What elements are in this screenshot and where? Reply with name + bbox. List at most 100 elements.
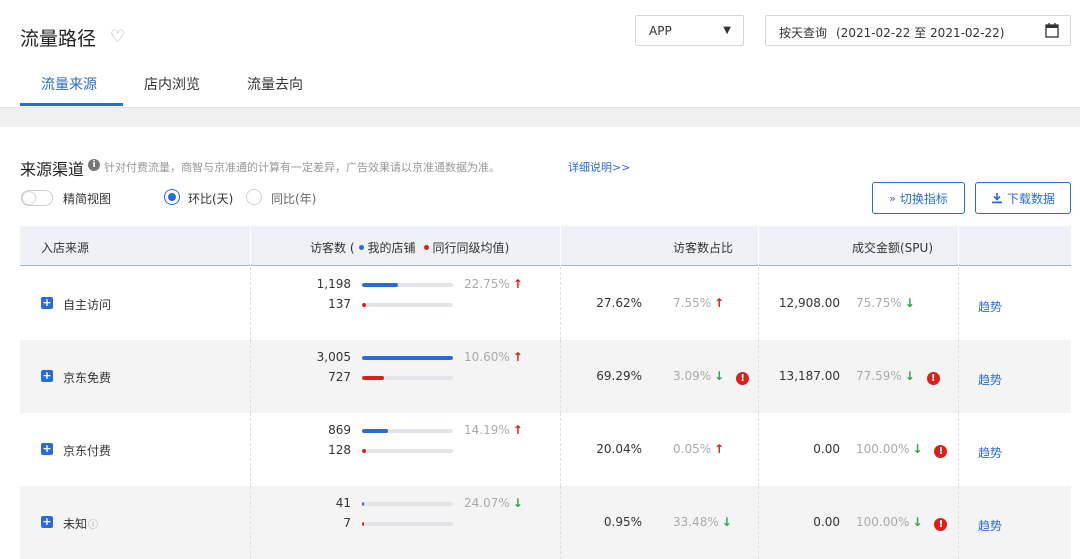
download-label: 下载数据 (1006, 191, 1055, 206)
visitor-share-change-text: 7.55% (673, 296, 712, 310)
warning-icon[interactable]: ! (934, 518, 948, 531)
visitor-share-change-text: 3.09% (673, 369, 712, 383)
radio-year-over-year-label[interactable]: 同比(年) (271, 190, 316, 207)
visitors-mine-bar (362, 283, 453, 287)
legend-mine-dot (358, 245, 364, 250)
heart-outline-icon[interactable]: ♡ (110, 27, 125, 47)
plus-square-icon[interactable]: + (41, 297, 53, 309)
visitors-mine-bar (362, 429, 453, 433)
visitor-share-change-text: 0.05% (673, 442, 712, 456)
arrow-down-icon: ↓ (912, 442, 923, 456)
column-separator (560, 413, 561, 486)
visitors-mine-bar-fill (362, 429, 388, 433)
visitors-mine-value: 41 (335, 496, 351, 510)
caret-down-icon: ▼ (723, 25, 731, 36)
legend-mine: 我的店铺 (367, 241, 416, 255)
table-row: + 自主访问 1,198 137 22.75% ↑ 27.62% 7.55% ↑ 12,908.0… (20, 267, 1071, 340)
arrow-down-icon: ↓ (912, 515, 923, 529)
tab-traffic-source[interactable]: 流量来源 (41, 74, 97, 94)
traffic-source-table: 入店来源 访客数 (我的店铺 同行同级均值) 访客数占比 成交金额(SPU) + 自… (20, 226, 1071, 559)
visitors-peer-bar-fill (362, 449, 366, 453)
section-divider (0, 107, 1080, 127)
visitors-mine-value: 1,198 (316, 277, 351, 291)
visitors-change: 24.07% ↓ (464, 496, 523, 510)
arrow-up-icon: ↑ (714, 442, 725, 456)
visitors-change-text: 24.07% (464, 496, 510, 510)
info-icon[interactable]: i (88, 159, 100, 171)
toggle-knob (23, 192, 35, 204)
warning-icon[interactable]: ! (926, 372, 940, 385)
column-separator (250, 340, 251, 413)
tab-store-browse[interactable]: 店内浏览 (144, 74, 200, 94)
column-separator (758, 340, 759, 413)
date-mode-label: 按天查询 (779, 26, 828, 40)
legend-open: ( (349, 241, 355, 255)
download-button[interactable]: 下载数据 (975, 182, 1071, 214)
simple-view-toggle[interactable] (21, 190, 53, 206)
trend-link[interactable]: 趋势 (978, 444, 1002, 461)
column-separator (250, 413, 251, 486)
platform-select[interactable]: APP ▼ (635, 15, 744, 46)
simple-view-label: 精简视图 (63, 192, 112, 206)
header-share: 访客数占比 (673, 241, 734, 255)
column-separator (958, 340, 959, 413)
source-name: 未知ⓘ (63, 515, 98, 532)
visitors-peer-bar (362, 376, 453, 380)
sales-change: 100.00% ↓! (856, 515, 948, 531)
download-icon (991, 193, 1002, 204)
visitors-mine-value: 3,005 (316, 350, 351, 364)
legend-peer-dot (423, 245, 429, 250)
visitors-peer-value: 128 (328, 443, 351, 457)
source-name: 京东付费 (63, 442, 111, 459)
plus-square-icon[interactable]: + (41, 443, 53, 455)
header-separator (250, 226, 251, 266)
column-separator (560, 267, 561, 340)
visitors-change-text: 14.19% (464, 423, 510, 437)
calendar-icon[interactable] (1044, 22, 1060, 39)
sales-amount: 0.00 (813, 515, 840, 529)
visitors-mine-bar-fill (362, 502, 364, 506)
visitor-share: 20.04% (596, 442, 642, 456)
header-sales: 成交金额(SPU) (852, 241, 934, 255)
trend-link[interactable]: 趋势 (978, 371, 1002, 388)
plus-square-icon[interactable]: + (41, 516, 53, 528)
visitors-peer-bar-fill (362, 376, 384, 380)
table-row: + 未知ⓘ 41 7 24.07% ↓ 0.95% 33.48% ↓ 0.00 100.00% ↓! 趋… (20, 486, 1071, 559)
radio-day-over-day[interactable] (164, 189, 180, 205)
section-note: 针对付费流量，商智与京准通的计算有一定差异，广告效果请以京准通数据为准。 (104, 161, 500, 174)
header-separator (758, 226, 759, 266)
date-range-picker[interactable]: 按天查询 (2021-02-22 至 2021-02-22) (765, 15, 1071, 46)
sales-change-text: 100.00% (856, 515, 910, 529)
legend-peer: 同行同级均值 (432, 241, 505, 255)
radio-year-over-year[interactable] (246, 189, 262, 205)
visitor-share-change: 0.05% ↑ (673, 442, 724, 456)
table-header: 入店来源 访客数 (我的店铺 同行同级均值) 访客数占比 成交金额(SPU) (20, 226, 1071, 266)
sales-change: 77.59% ↓! (856, 369, 940, 385)
table-row: + 京东付费 869 128 14.19% ↑ 20.04% 0.05% ↑ 0.00 100.00… (20, 413, 1071, 486)
header-separator (560, 226, 561, 266)
trend-link[interactable]: 趋势 (978, 298, 1002, 315)
visitors-peer-value: 7 (343, 516, 351, 530)
arrow-down-icon: ↓ (512, 496, 523, 510)
visitors-mine-bar-fill (362, 283, 398, 287)
source-name: 京东免费 (63, 369, 111, 386)
arrow-down-icon: ↓ (904, 369, 915, 383)
source-name-text: 自主访问 (63, 298, 112, 312)
visitors-peer-bar-fill (362, 522, 364, 526)
plus-square-icon[interactable]: + (41, 370, 53, 382)
warning-icon[interactable]: ! (934, 445, 948, 458)
column-separator (958, 267, 959, 340)
chevron-double-down-icon: » (889, 191, 896, 205)
trend-link[interactable]: 趋势 (978, 517, 1002, 534)
tab-traffic-destination[interactable]: 流量去向 (247, 74, 303, 94)
question-circle-icon[interactable]: ⓘ (88, 520, 98, 531)
switch-metrics-button[interactable]: » 切换指标 (872, 182, 965, 214)
visitors-peer-bar (362, 522, 453, 526)
sales-change-text: 77.59% (856, 369, 902, 383)
visitor-share-change: 3.09% ↓! (673, 369, 750, 385)
visitors-mine-bar-fill (362, 356, 453, 360)
visitors-change-text: 10.60% (464, 350, 510, 364)
radio-day-over-day-label[interactable]: 环比(天) (188, 190, 233, 207)
warning-icon[interactable]: ! (736, 372, 750, 385)
detail-link[interactable]: 详细说明>> (568, 159, 630, 175)
